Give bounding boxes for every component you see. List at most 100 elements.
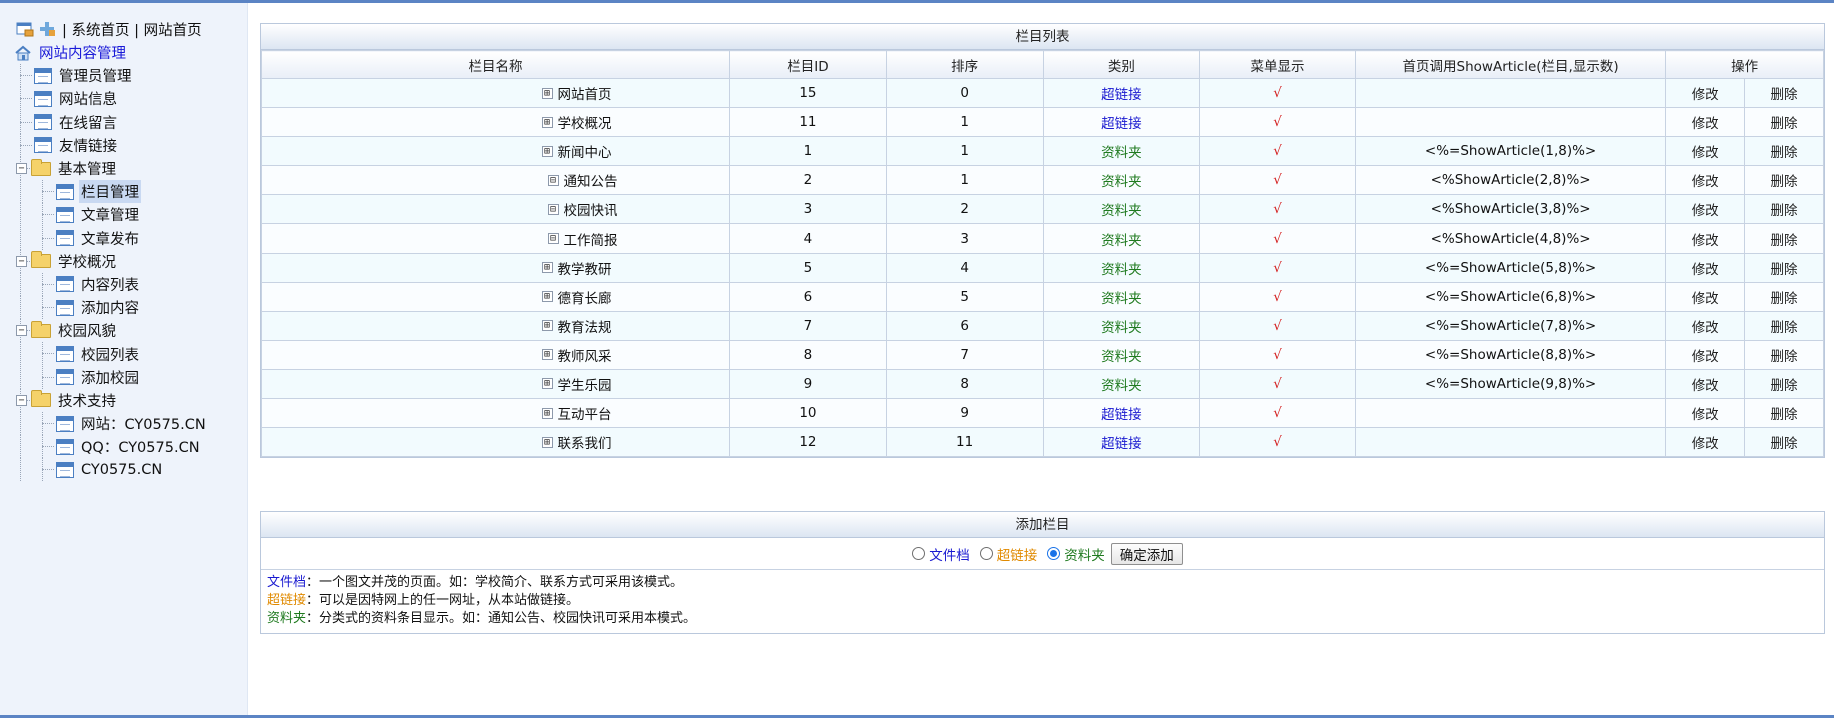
radio-hyperlink[interactable] <box>979 547 993 560</box>
expand-toggle-icon[interactable]: ⊞ <box>541 145 553 157</box>
top-links-text[interactable]: | 系统首页 | 网站首页 <box>62 19 202 40</box>
delete-link[interactable]: 删除 <box>1744 194 1824 225</box>
cell-category: 超链接 <box>1042 77 1201 109</box>
tree-item-label: 在线留言 <box>59 115 117 132</box>
cell-name: ⊞ 联系我们 <box>260 427 731 458</box>
edit-link[interactable]: 修改 <box>1665 427 1746 458</box>
tree-folder[interactable]: − 技术支持 <box>0 388 247 412</box>
edit-link[interactable]: 修改 <box>1665 165 1746 196</box>
admin-panel-icon[interactable] <box>16 21 34 37</box>
tree-item[interactable]: 添加内容 <box>0 296 247 320</box>
cell-order: 1 <box>885 165 1044 196</box>
tree-item[interactable]: 内容列表 <box>0 272 247 296</box>
tree-connector <box>20 87 21 111</box>
confirm-add-button[interactable]: 确定添加 <box>1110 542 1183 565</box>
cell-order: 4 <box>885 252 1044 283</box>
tree-folder[interactable]: − 学校概况 <box>0 249 247 273</box>
tree-root[interactable]: 网站内容管理 <box>0 41 247 64</box>
expand-toggle-icon[interactable]: ⊟ <box>547 174 559 186</box>
edit-link[interactable]: 修改 <box>1665 252 1746 283</box>
expand-toggle-icon[interactable]: ⊞ <box>541 262 553 274</box>
table-body: ⊞ 网站首页 15 0 超链接 √ 修改 删除 ⊞ 学校概况 11 1 超链接 √ 修改 删除 ⊞ 新闻中心 1 1 资… <box>260 77 1824 458</box>
expand-toggle-icon[interactable]: ⊞ <box>541 291 553 303</box>
cell-call <box>1354 427 1667 458</box>
delete-link[interactable]: 删除 <box>1744 252 1824 283</box>
tree-item[interactable]: CY0575.CN <box>0 458 247 482</box>
delete-link[interactable]: 删除 <box>1744 136 1824 167</box>
cell-id: 9 <box>729 368 887 400</box>
tree-connector <box>20 272 21 296</box>
collapse-toggle-icon[interactable]: − <box>16 163 27 175</box>
tree-folder[interactable]: − 基本管理 <box>0 156 247 180</box>
expand-toggle-icon[interactable]: ⊞ <box>541 320 553 332</box>
expand-toggle-icon[interactable]: ⊟ <box>547 203 559 215</box>
cell-menu-check: √ <box>1199 310 1356 341</box>
expand-toggle-icon[interactable]: ⊞ <box>541 436 553 448</box>
expand-toggle-icon[interactable]: ⊞ <box>541 378 553 390</box>
tree-connector <box>42 469 54 471</box>
note-hyperlink: 超链接：可以是因特网上的任一网址，从本站做链接。 <box>267 593 580 608</box>
radio-hyperlink-label[interactable]: 超链接 <box>997 544 1038 564</box>
folder-icon <box>31 390 51 408</box>
tree-folder[interactable]: − 校园风貌 <box>0 319 247 343</box>
tree-item[interactable]: 友情链接 <box>0 133 247 157</box>
cell-category: 超链接 <box>1042 107 1201 138</box>
tree-item[interactable]: QQ：CY0575.CN <box>0 435 247 459</box>
cell-call: <%=ShowArticle(8,8)%> <box>1354 339 1667 370</box>
expand-toggle-icon[interactable]: ⊟ <box>547 233 559 245</box>
delete-link[interactable]: 删除 <box>1744 77 1824 109</box>
delete-link[interactable]: 删除 <box>1744 339 1824 370</box>
collapse-toggle-icon[interactable]: − <box>16 255 27 267</box>
page-icon <box>56 461 74 478</box>
cell-menu-check: √ <box>1199 136 1356 167</box>
cell-id: 11 <box>729 107 887 138</box>
radio-doc[interactable] <box>912 547 926 560</box>
radio-folder-label[interactable]: 资料夹 <box>1064 544 1105 564</box>
edit-link[interactable]: 修改 <box>1665 339 1746 370</box>
edit-link[interactable]: 修改 <box>1665 281 1746 312</box>
delete-link[interactable]: 删除 <box>1744 223 1824 254</box>
delete-link[interactable]: 删除 <box>1744 427 1824 458</box>
collapse-toggle-icon[interactable]: − <box>16 325 27 337</box>
expand-toggle-icon[interactable]: ⊞ <box>541 87 553 99</box>
edit-link[interactable]: 修改 <box>1665 368 1746 400</box>
delete-link[interactable]: 删除 <box>1744 165 1824 196</box>
collapse-toggle-icon[interactable]: − <box>16 394 27 406</box>
edit-link[interactable]: 修改 <box>1665 107 1746 138</box>
expand-toggle-icon[interactable]: ⊞ <box>541 349 553 361</box>
delete-link[interactable]: 删除 <box>1744 310 1824 341</box>
column-name: 教师风采 <box>557 348 612 365</box>
cell-name: ⊞ 新闻中心 <box>260 136 731 167</box>
add-plus-icon[interactable] <box>38 21 56 37</box>
cell-call: <%=ShowArticle(7,8)%> <box>1354 310 1667 341</box>
tree-item[interactable]: 管理员管理 <box>0 64 247 88</box>
delete-link[interactable]: 删除 <box>1744 107 1824 138</box>
expand-toggle-icon[interactable]: ⊞ <box>541 407 553 419</box>
radio-folder[interactable] <box>1047 547 1061 560</box>
tree-item[interactable]: 网站：CY0575.CN <box>0 412 247 435</box>
tree-item[interactable]: 校园列表 <box>0 342 247 366</box>
edit-link[interactable]: 修改 <box>1665 310 1746 341</box>
delete-link[interactable]: 删除 <box>1744 368 1824 400</box>
column-name: 网站首页 <box>557 87 612 104</box>
edit-link[interactable]: 修改 <box>1665 223 1746 254</box>
tree-item[interactable]: 栏目管理 <box>0 180 247 204</box>
edit-link[interactable]: 修改 <box>1665 136 1746 167</box>
delete-link[interactable]: 删除 <box>1744 281 1824 312</box>
tree-connector <box>20 342 21 366</box>
edit-link[interactable]: 修改 <box>1665 398 1746 429</box>
cell-category: 资料夹 <box>1042 223 1201 254</box>
edit-link[interactable]: 修改 <box>1665 77 1746 109</box>
expand-toggle-icon[interactable]: ⊞ <box>541 116 553 128</box>
radio-doc-label[interactable]: 文件档 <box>929 544 970 564</box>
tree-item[interactable]: 添加校园 <box>0 365 247 389</box>
delete-link[interactable]: 删除 <box>1744 398 1824 429</box>
tree-connector <box>42 435 43 459</box>
tree-item[interactable]: 文章发布 <box>0 226 247 250</box>
tree-item[interactable]: 文章管理 <box>0 203 247 227</box>
tree-item[interactable]: 在线留言 <box>0 110 247 134</box>
tree-item-label: 添加内容 <box>81 301 139 318</box>
cell-call: <%=ShowArticle(1,8)%> <box>1354 136 1667 167</box>
tree-item[interactable]: 网站信息 <box>0 87 247 111</box>
edit-link[interactable]: 修改 <box>1665 194 1746 225</box>
